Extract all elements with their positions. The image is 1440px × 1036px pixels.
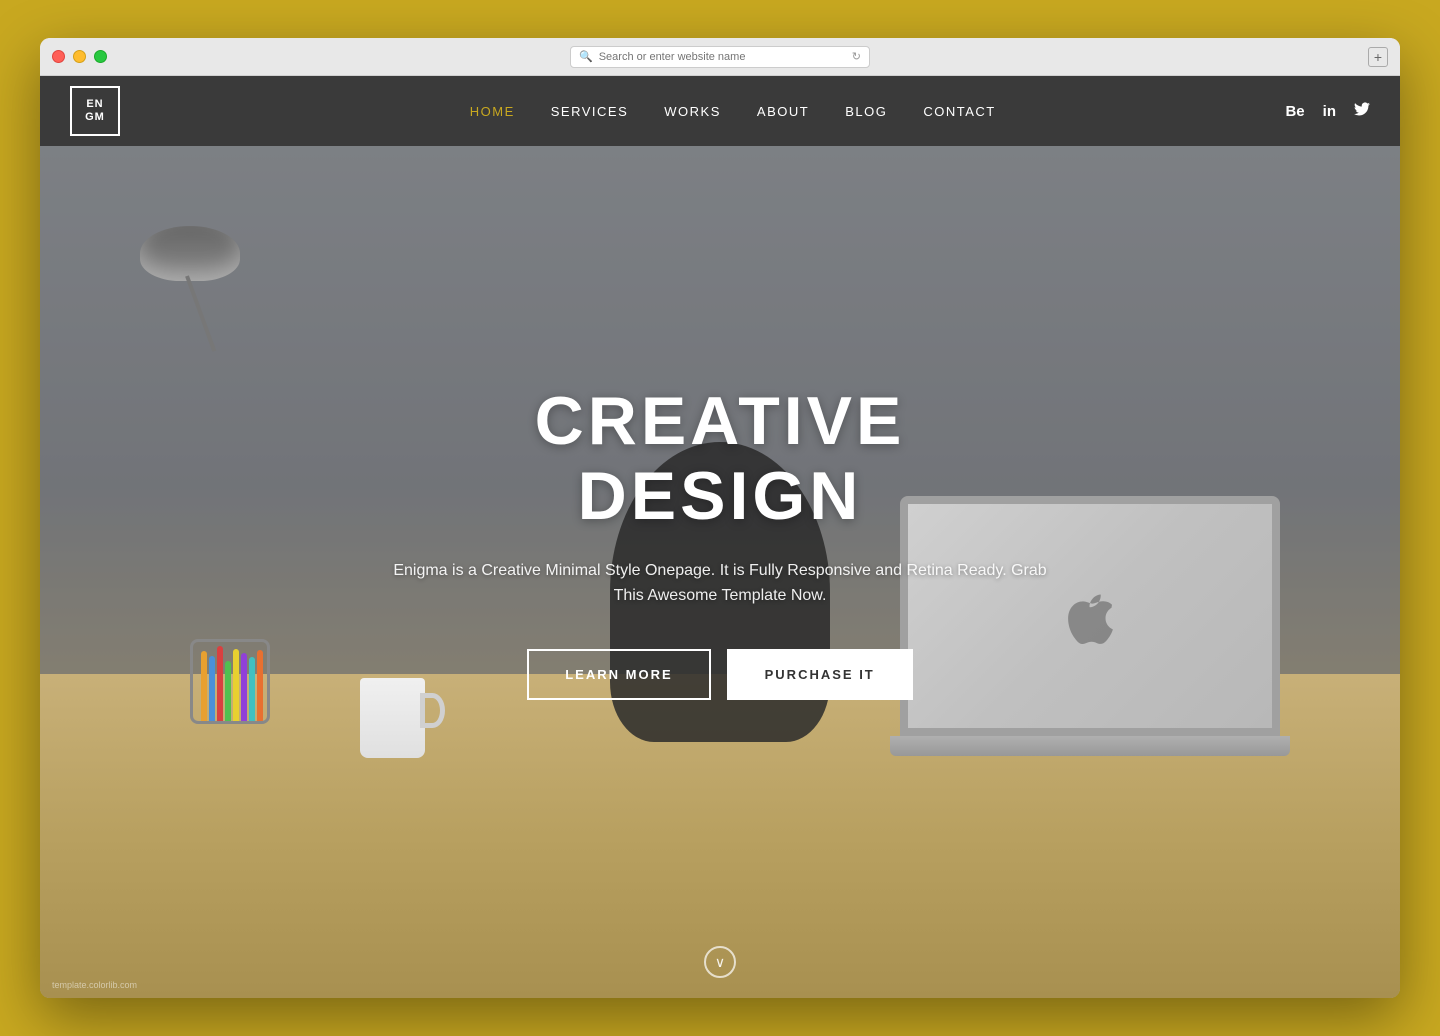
learn-more-button[interactable]: LEARN MORE (527, 649, 710, 700)
linkedin-link[interactable]: in (1323, 103, 1336, 120)
navbar: ENGM HOME SERVICES WORKS ABOUT BLOG CONT… (40, 76, 1400, 146)
nav-about[interactable]: ABOUT (757, 104, 809, 119)
nav-home[interactable]: HOME (470, 104, 515, 119)
close-button[interactable] (52, 50, 65, 63)
url-input[interactable] (599, 51, 846, 63)
hero-content: CREATIVE DESIGN Enigma is a Creative Min… (370, 384, 1070, 700)
lamp-arm (185, 275, 216, 352)
twitter-link[interactable] (1354, 102, 1370, 121)
search-icon: 🔍 (579, 50, 593, 63)
logo[interactable]: ENGM (70, 86, 120, 136)
laptop-base (890, 736, 1290, 756)
purchase-button[interactable]: PURCHASE IT (727, 649, 913, 700)
behance-link[interactable]: Be (1285, 103, 1304, 120)
hero-buttons: LEARN MORE PURCHASE IT (390, 649, 1050, 700)
nav-services[interactable]: SERVICES (551, 104, 629, 119)
holder-container (190, 639, 270, 724)
nav-contact[interactable]: CONTACT (923, 104, 995, 119)
hero-section: CREATIVE DESIGN Enigma is a Creative Min… (40, 146, 1400, 998)
website-content: ENGM HOME SERVICES WORKS ABOUT BLOG CONT… (40, 76, 1400, 998)
pencil-holder (190, 639, 290, 759)
twitter-icon (1354, 102, 1370, 116)
scroll-indicator[interactable]: ∨ (704, 946, 736, 978)
traffic-lights (52, 50, 107, 63)
title-bar: 🔍 ↻ + (40, 38, 1400, 76)
apple-logo-icon (1068, 589, 1113, 644)
nav-works[interactable]: WORKS (664, 104, 721, 119)
lamp-decoration (100, 186, 280, 386)
hero-title: CREATIVE DESIGN (390, 384, 1050, 534)
mac-window: 🔍 ↻ + ENGM HOME SERVICES WORKS ABOUT BLO… (40, 38, 1400, 998)
nav-links: HOME SERVICES WORKS ABOUT BLOG CONTACT (410, 104, 996, 119)
maximize-button[interactable] (94, 50, 107, 63)
lamp-head (140, 226, 240, 281)
address-bar[interactable]: 🔍 ↻ (570, 46, 870, 68)
watermark: template.colorlib.com (52, 980, 137, 990)
new-tab-button[interactable]: + (1368, 47, 1388, 67)
refresh-icon[interactable]: ↻ (852, 50, 861, 63)
social-links: Be in (1285, 102, 1370, 121)
minimize-button[interactable] (73, 50, 86, 63)
nav-blog[interactable]: BLOG (845, 104, 887, 119)
logo-text: ENGM (85, 98, 105, 124)
hero-subtitle: Enigma is a Creative Minimal Style Onepa… (390, 558, 1050, 609)
